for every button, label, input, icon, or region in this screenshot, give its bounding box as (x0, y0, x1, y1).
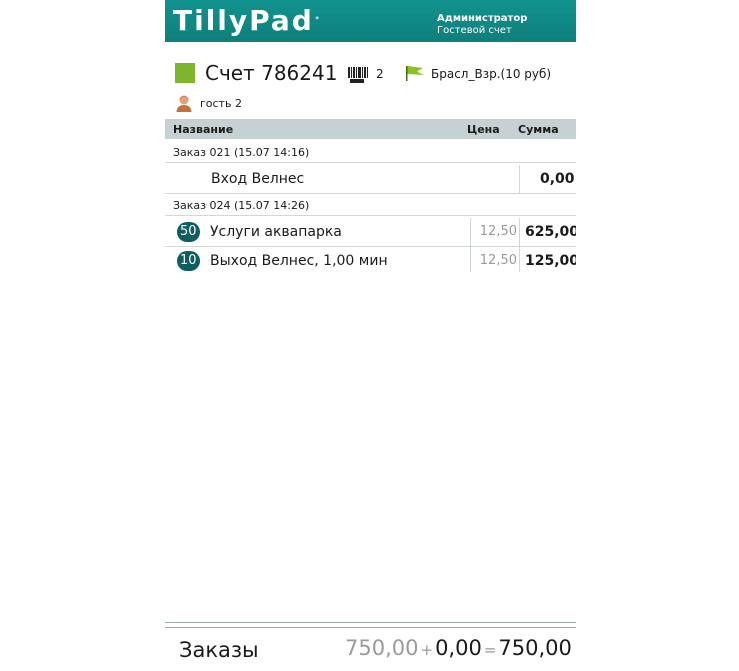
bracelet-label[interactable]: Брасл_Взр.(10 руб) (431, 67, 551, 81)
plus-sign: + (420, 641, 434, 659)
total-amount: 750,00 (498, 636, 572, 660)
flag-icon (406, 66, 424, 81)
bill-title[interactable]: Счет 786241 (205, 61, 337, 85)
order-item-row[interactable]: 50 Услуги аквапарка 12,50 625,00 (165, 218, 576, 247)
orders-amount: 750,00 (345, 636, 419, 660)
item-price: 12,50 (470, 218, 520, 246)
item-name: Вход Велнес (211, 171, 305, 187)
order-group-header[interactable]: Заказ 021 (15.07 14:16) (165, 142, 576, 163)
item-name: Выход Велнес, 1,00 мин (210, 253, 388, 269)
logo-text: TillyPad (173, 4, 314, 37)
guest-avatar-icon (176, 95, 192, 112)
item-quantity-badge: 50 (177, 222, 200, 242)
order-item-row[interactable]: Вход Велнес 0,00 (165, 165, 576, 194)
item-sum: 125,00 (525, 253, 576, 269)
item-name: Услуги аквапарка (210, 224, 342, 240)
footer-totals: 750,00 +0,00 =750,00 (345, 636, 572, 660)
item-price (470, 165, 520, 193)
column-header-sum: Сумма (518, 123, 559, 136)
guest-bill-panel: TillyPad° Администратор Гостевой счет Сч… (163, 0, 576, 671)
barcode-icon (348, 67, 368, 83)
footer-label: Заказы (179, 638, 259, 662)
screen-name: Гостевой счет (437, 25, 512, 36)
guest-row[interactable]: гость 2 (165, 93, 576, 113)
order-table-header: Название Цена Сумма (165, 119, 576, 139)
guest-label: гость 2 (200, 97, 242, 110)
equals-sign: = (483, 641, 497, 659)
order-list-empty-area (165, 272, 576, 623)
order-group-label: Заказ 021 (15.07 14:16) (173, 146, 310, 159)
user-info: Администратор Гостевой счет (437, 13, 527, 37)
app-header: TillyPad° Администратор Гостевой счет (165, 0, 576, 42)
barcode-count: 2 (376, 67, 384, 81)
order-group-label: Заказ 024 (15.07 14:26) (173, 199, 310, 212)
item-sum: 0,00 (540, 171, 575, 187)
item-price: 12,50 (470, 247, 520, 275)
bill-color-swatch (175, 63, 195, 83)
tillypad-logo: TillyPad° (173, 4, 320, 37)
user-role: Администратор (437, 13, 528, 24)
item-quantity-badge: 10 (177, 251, 200, 271)
item-sum: 625,00 (525, 224, 576, 240)
column-header-price: Цена (467, 123, 500, 136)
order-group-header[interactable]: Заказ 024 (15.07 14:26) (165, 195, 576, 216)
column-header-name: Название (173, 123, 234, 136)
totals-footer: Заказы 750,00 +0,00 =750,00 (165, 627, 576, 671)
bill-info-row: Счет 786241 2 Брасл_Взр.(10 руб) (165, 60, 576, 88)
discount-amount: 0,00 (435, 636, 482, 660)
